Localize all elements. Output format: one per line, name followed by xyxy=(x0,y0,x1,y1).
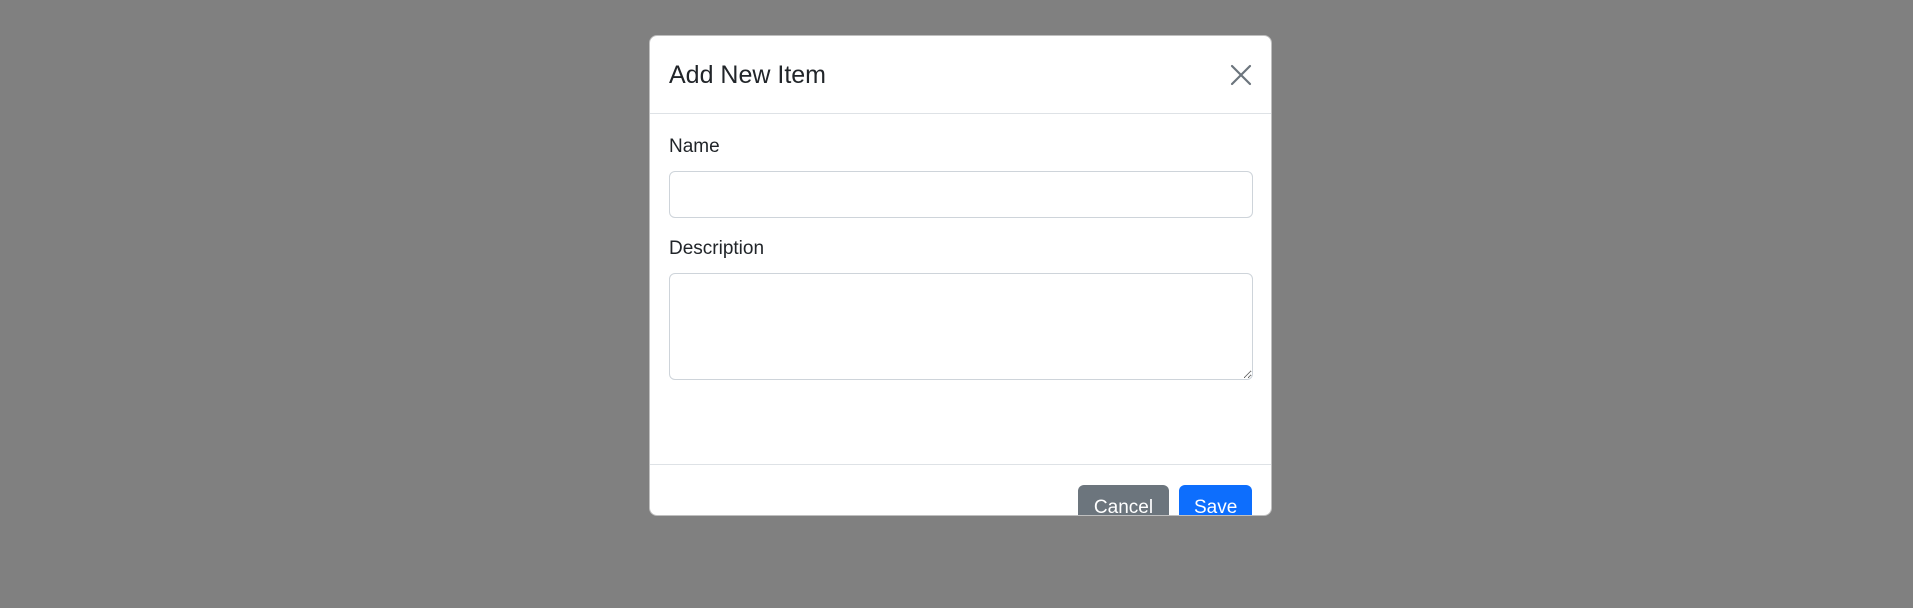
add-item-dialog: Add New Item Name Description Cancel Sav… xyxy=(649,35,1272,516)
close-icon xyxy=(1230,64,1252,85)
description-field-group: Description xyxy=(669,237,1253,380)
close-button[interactable] xyxy=(1226,60,1256,90)
name-input[interactable] xyxy=(669,170,1253,218)
save-button[interactable]: Save xyxy=(1179,484,1252,515)
modal-header: Add New Item xyxy=(650,36,1271,114)
name-label: Name xyxy=(669,136,720,157)
cancel-button[interactable]: Cancel xyxy=(1078,484,1169,515)
description-textarea[interactable] xyxy=(669,272,1253,380)
modal-body: Name Description xyxy=(650,114,1271,465)
description-label: Description xyxy=(669,237,765,259)
modal-title: Add New Item xyxy=(669,60,827,89)
name-field-group: Name xyxy=(669,136,1253,218)
modal-footer: Cancel Save xyxy=(650,465,1271,515)
